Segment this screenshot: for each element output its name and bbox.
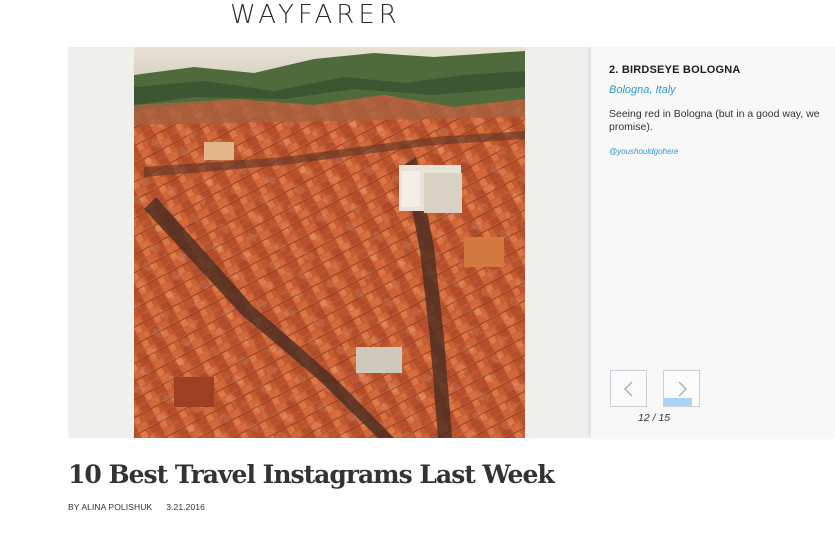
chevron-left-icon [623, 381, 633, 397]
article-byline: BY ALINA POLISHUK 3.21.2016 [68, 502, 205, 512]
caption-panel: 2. BIRDSEYE BOLOGNA Bologna, Italy Seein… [590, 47, 835, 438]
chevron-right-icon [678, 381, 688, 397]
bologna-aerial-image [134, 47, 525, 438]
instagram-handle-link[interactable]: @youshouldgohere [609, 147, 679, 156]
next-slide-button[interactable] [663, 370, 700, 407]
article-headline: 10 Best Travel Instagrams Last Week [68, 460, 555, 489]
slide-description: Seeing red in Bologna (but in a good way… [609, 108, 820, 133]
slide-title: 2. BIRDSEYE BOLOGNA [609, 64, 741, 76]
slide-counter: 12 / 15 [638, 412, 671, 424]
slide-location-link[interactable]: Bologna, Italy [609, 84, 676, 96]
previous-slide-button[interactable] [610, 370, 647, 407]
author-link[interactable]: BY ALINA POLISHUK [68, 502, 152, 512]
site-logo[interactable]: WAYFARER [230, 0, 440, 30]
gallery-photo[interactable] [134, 47, 525, 438]
next-button-progress-bar [664, 398, 692, 406]
publish-date: 3.21.2016 [166, 502, 205, 512]
photo-gallery: 2. BIRDSEYE BOLOGNA Bologna, Italy Seein… [68, 47, 835, 438]
